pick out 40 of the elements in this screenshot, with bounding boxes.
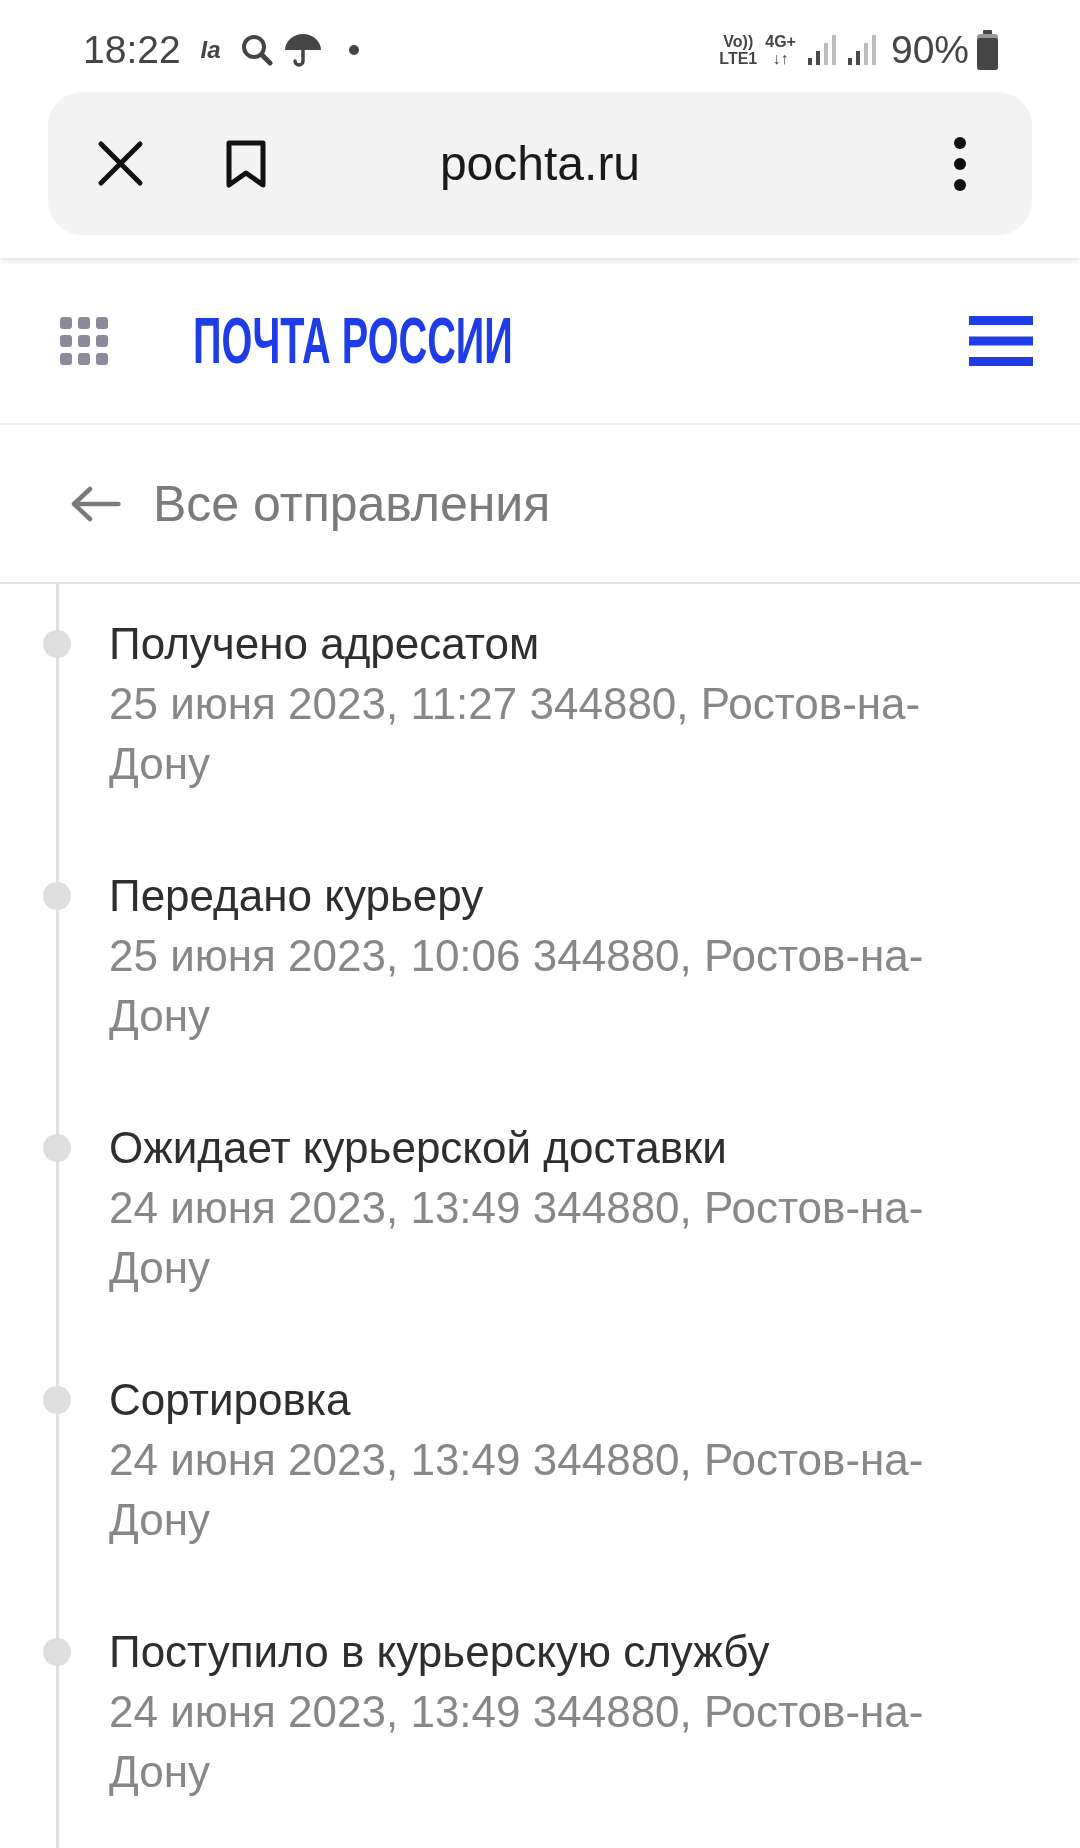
- page-url: pochta.ru: [439, 135, 641, 192]
- battery-percent: 90%: [890, 28, 969, 72]
- volte-indicator: Vo)) LTE1: [719, 33, 758, 67]
- event-details: 24 июня 2023, 13:49 344880, Ростов-на-Дону: [109, 1434, 925, 1546]
- event-title: Ожидает курьерской доставки: [109, 1122, 728, 1174]
- signal-icon: [847, 35, 876, 65]
- bookmark-icon: [226, 139, 266, 188]
- event-details: 25 июня 2023, 10:06 344880, Ростов-на-Дону: [109, 930, 925, 1042]
- status-dot-icon: [43, 882, 71, 910]
- battery-icon: [977, 30, 998, 70]
- event-title: Получено адресатом: [109, 618, 541, 670]
- menu-icon: [969, 315, 1033, 366]
- signal-icon: [807, 35, 836, 65]
- grid-icon: [60, 316, 108, 365]
- clock-time: 18:22: [83, 28, 181, 72]
- status-dot-icon: [43, 630, 71, 658]
- more-options-icon: [954, 136, 966, 191]
- back-link[interactable]: Все отправления: [71, 473, 551, 534]
- notification-dot-icon: [348, 45, 359, 55]
- network-type-indicator: 4G+ ↓↑: [765, 33, 796, 67]
- app-notification-label: Ia: [200, 37, 221, 63]
- event-title: Сортировка: [109, 1374, 352, 1426]
- event-title: Поступило в курьерскую службу: [109, 1626, 771, 1678]
- menu-button[interactable]: [969, 315, 1033, 366]
- status-dot-icon: [43, 1638, 71, 1666]
- back-arrow-icon: [71, 485, 121, 522]
- close-button[interactable]: [97, 140, 144, 187]
- bookmark-button[interactable]: [226, 139, 266, 188]
- search-icon: [240, 34, 273, 66]
- event-details: 24 июня 2023, 13:49 344880, Ростов-на-Дону: [109, 1686, 925, 1798]
- more-options-button[interactable]: [954, 136, 966, 191]
- site-logo[interactable]: ПОЧТА РОССИИ: [193, 308, 513, 373]
- event-details: 25 июня 2023, 11:27 344880, Ростов-на-Дону: [109, 678, 922, 790]
- event-title: Передано курьеру: [109, 870, 485, 922]
- event-details: 24 июня 2023, 13:49 344880, Ростов-на-Дону: [109, 1182, 925, 1294]
- status-dot-icon: [43, 1386, 71, 1414]
- umbrella-icon: [284, 33, 321, 67]
- close-icon: [97, 140, 144, 187]
- status-dot-icon: [43, 1134, 71, 1162]
- apps-button[interactable]: [60, 316, 108, 365]
